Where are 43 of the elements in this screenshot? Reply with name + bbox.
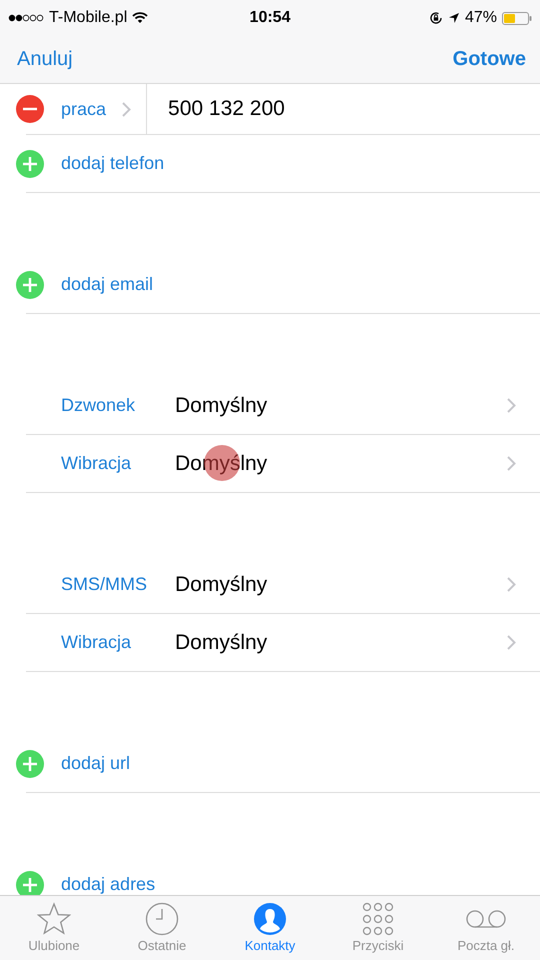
chevron-icon (507, 635, 516, 650)
location-arrow-icon (448, 12, 460, 24)
tab-bar-item[interactable]: Ostatnie (108, 896, 216, 960)
add-icon[interactable] (16, 870, 44, 895)
status-time: 10:54 (250, 9, 290, 27)
setting-value[interactable]: Domyślny (175, 452, 268, 476)
chevron-icon (122, 102, 132, 116)
clock-icon (145, 902, 179, 936)
setting-label: Dzwonek (61, 395, 136, 416)
setting-value[interactable]: Domyślny (175, 394, 268, 418)
chevron-icon (507, 398, 516, 413)
setting-label: Wibracja (61, 453, 132, 474)
battery-icon (502, 12, 532, 24)
chevron-icon (507, 577, 516, 592)
add-field-link[interactable]: dodaj telefon (61, 153, 164, 174)
phone-label[interactable]: praca (61, 98, 106, 120)
phone-number-field[interactable]: 500 132 200 (168, 97, 468, 121)
tab-bar-item[interactable]: Przyciski (324, 896, 432, 960)
chevron-icon (507, 456, 516, 471)
add-icon[interactable] (16, 150, 44, 178)
add-field-link[interactable]: dodaj url (61, 753, 130, 774)
rotation-lock-icon (428, 11, 443, 25)
contact-icon (253, 902, 287, 936)
setting-value[interactable]: Domyślny (175, 572, 268, 596)
remove-icon[interactable] (16, 95, 44, 123)
tab-bar-item[interactable]: Ulubione (0, 896, 108, 960)
battery-percent: 47% (464, 9, 497, 27)
add-icon[interactable] (16, 750, 44, 778)
cancel-button[interactable]: Anuluj (17, 48, 73, 71)
tab-bar-item[interactable]: Kontakty (216, 896, 324, 960)
carrier-name: T-Mobile.pl (49, 9, 128, 27)
keypad-icon (361, 902, 395, 936)
add-field-link[interactable]: dodaj adres (61, 874, 156, 895)
add-icon[interactable] (16, 270, 44, 298)
wifi-icon (132, 12, 148, 24)
signal-icon (8, 14, 44, 22)
setting-label: Wibracja (61, 632, 132, 653)
tab-bar-item[interactable]: Poczta gł. (432, 896, 540, 960)
done-button[interactable]: Gotowe (452, 48, 526, 71)
star-icon (37, 902, 71, 936)
setting-value[interactable]: Domyślny (175, 630, 268, 654)
add-field-link[interactable]: dodaj email (61, 274, 154, 295)
setting-label: SMS/MMS (61, 574, 148, 595)
